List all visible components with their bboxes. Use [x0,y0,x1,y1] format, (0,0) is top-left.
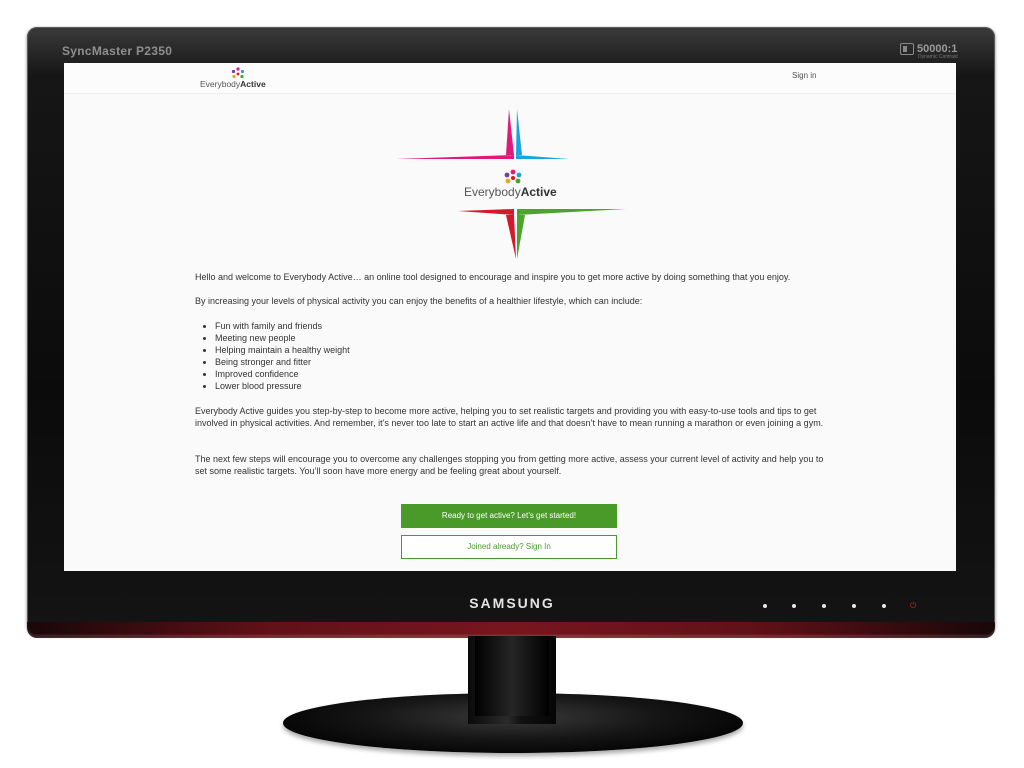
compass-star-icon [396,109,626,259]
list-item: Helping maintain a healthy weight [215,344,515,356]
monitor-brand: SAMSUNG [469,595,555,611]
sign-in-button[interactable]: Joined already? Sign In [401,535,617,559]
monitor-control-button[interactable] [882,604,886,608]
monitor-control-button[interactable] [763,604,767,608]
monitor-model-label: SyncMaster P2350 [62,44,173,58]
list-item: Meeting new people [215,332,515,344]
screen: EverybodyActive Sign in EverybodyActive … [64,63,956,571]
get-started-button[interactable]: Ready to get active? Let’s get started! [401,504,617,528]
benefits-list: Fun with family and friends Meeting new … [205,320,515,392]
battery-icon [900,43,914,55]
header-logo-text: EverybodyActive [200,79,266,89]
hero-logo: EverybodyActive [396,109,626,259]
list-item: Lower blood pressure [215,380,515,392]
monitor-stand-neck-front [475,636,549,716]
list-item: Being stronger and fitter [215,356,515,368]
power-icon[interactable]: ⏻ [910,602,917,610]
signin-link[interactable]: Sign in [792,71,816,80]
header-logo[interactable]: EverybodyActive [200,67,280,91]
monitor-control-button[interactable] [822,604,826,608]
list-item: Fun with family and friends [215,320,515,332]
list-item: Improved confidence [215,368,515,380]
top-bar: EverybodyActive Sign in [64,63,956,94]
monitor-control-button[interactable] [792,604,796,608]
hero-logo-text: EverybodyActive [464,185,557,199]
contrast-subtitle: Dynamic Contrast [918,54,958,60]
benefits-intro-paragraph: By increasing your levels of physical ac… [195,296,643,306]
monitor-control-button[interactable] [852,604,856,608]
next-steps-paragraph: The next few steps will encourage you to… [195,454,824,476]
intro-paragraph: Hello and welcome to Everybody Active… a… [195,272,791,282]
guide-paragraph: Everybody Active guides you step-by-step… [195,406,824,428]
